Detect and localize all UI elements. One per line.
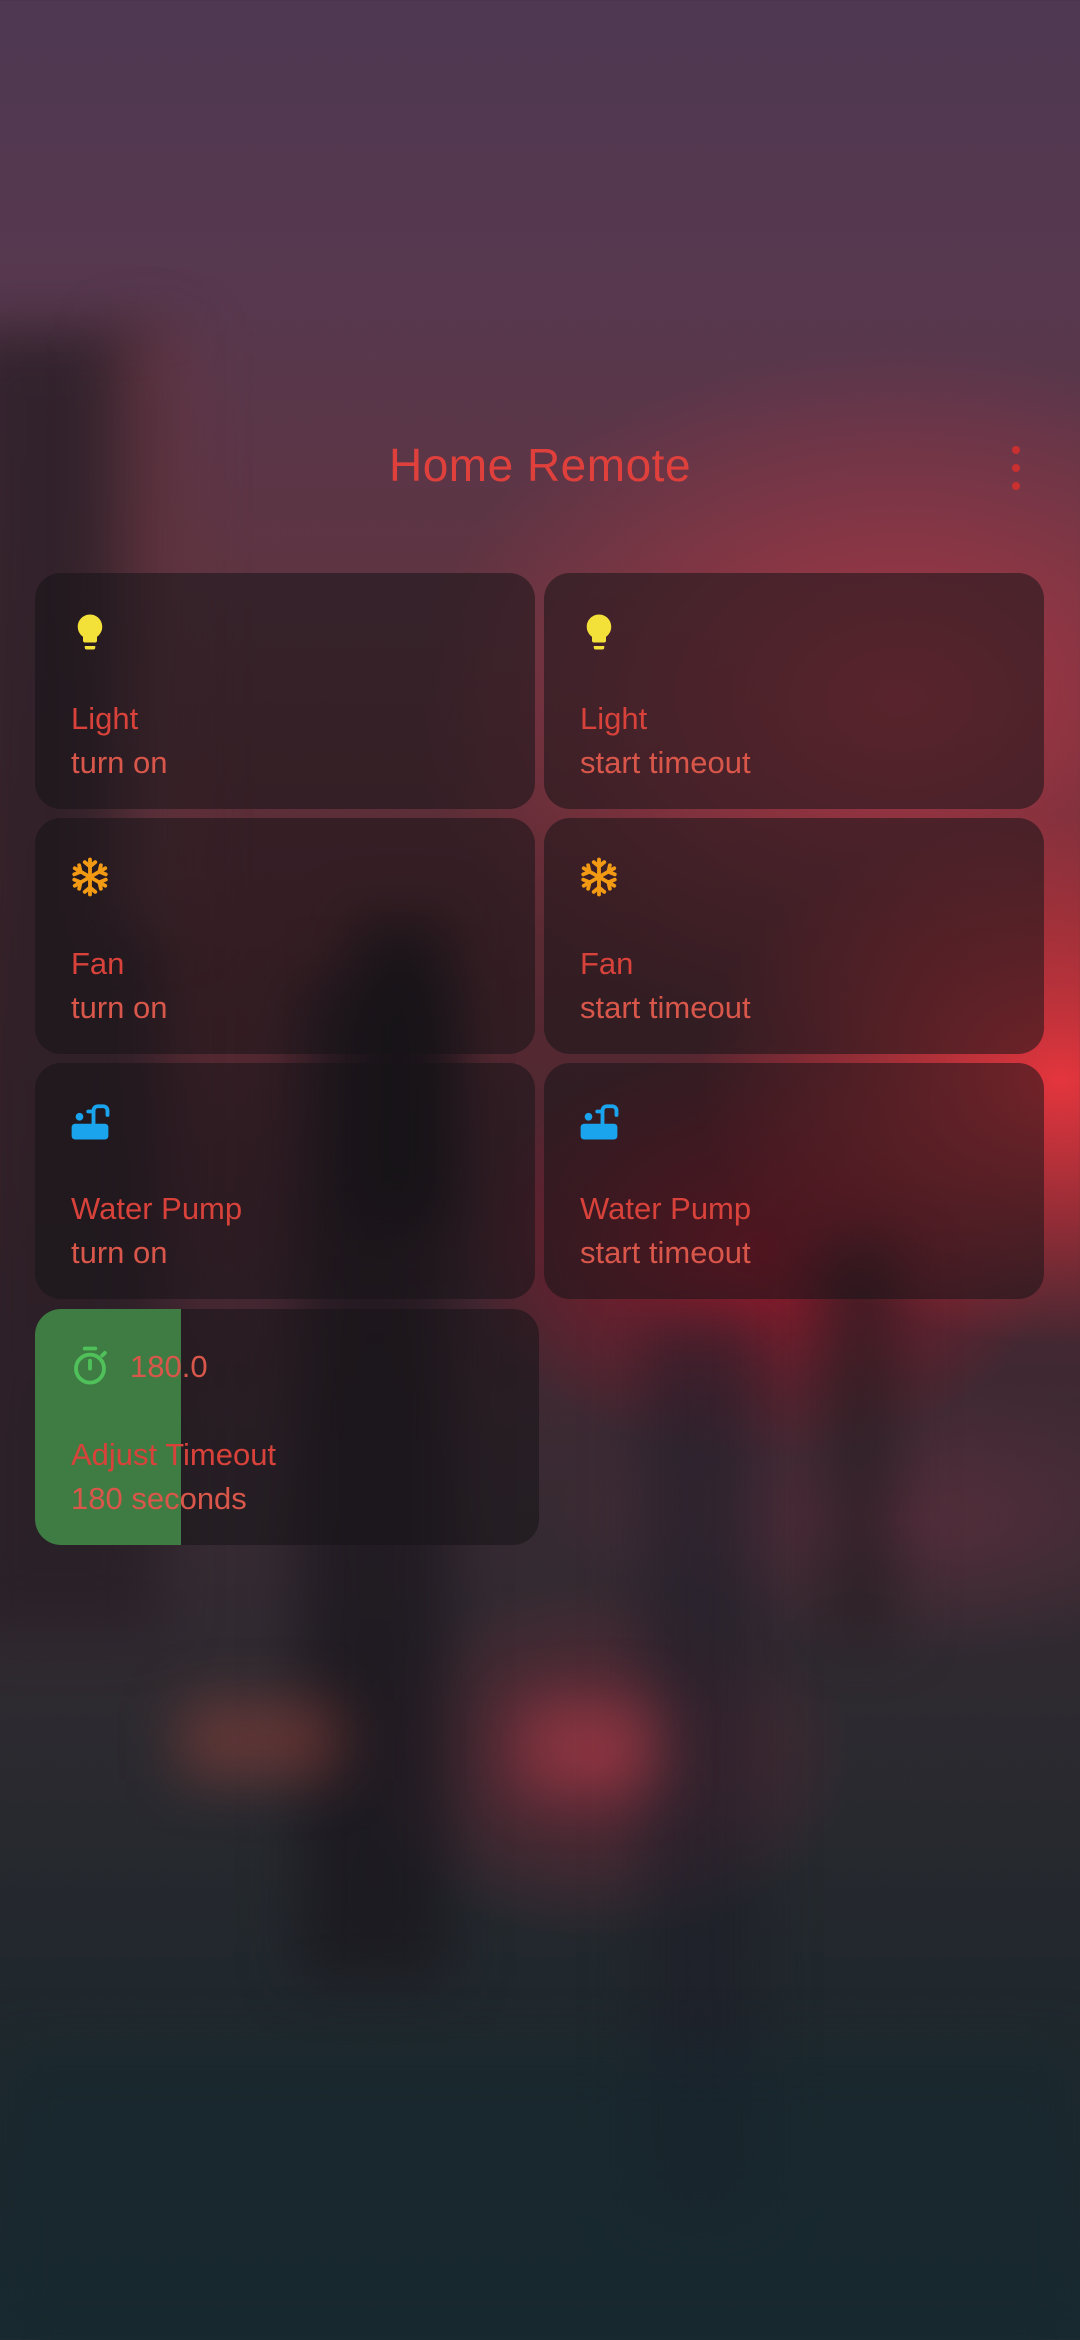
tile-action: start timeout: [580, 1235, 751, 1270]
timeout-value: 180.0: [130, 1349, 208, 1384]
tile-action: start timeout: [580, 745, 751, 780]
lightbulb-icon: [69, 611, 111, 653]
tile-name: Water Pump: [580, 1191, 752, 1226]
app-title: Home Remote: [388, 439, 692, 491]
tile-action: turn on: [71, 1235, 168, 1270]
tile-action: turn on: [71, 745, 168, 780]
tile-name: Fan: [580, 946, 634, 981]
tile-name: Light: [580, 701, 648, 736]
tile-light-turn-on[interactable]: Light turn on: [35, 573, 535, 809]
tile-name: Water Pump: [71, 1191, 243, 1226]
more-vert-icon[interactable]: [1004, 446, 1028, 490]
timeout-name: Adjust Timeout: [71, 1437, 277, 1472]
snowflake-icon: [578, 856, 620, 898]
timeout-description: 180 seconds: [71, 1481, 247, 1516]
timer-icon: [69, 1345, 111, 1387]
status-bar: [0, 0, 1080, 90]
tile-fan-turn-on[interactable]: Fan turn on: [35, 818, 535, 1054]
snowflake-icon: [69, 856, 111, 898]
tile-light-start-timeout[interactable]: Light start timeout: [544, 573, 1044, 809]
water-pump-icon: [578, 1101, 620, 1143]
water-pump-icon: [69, 1101, 111, 1143]
tile-water-pump-turn-on[interactable]: Water Pump turn on: [35, 1063, 535, 1299]
tile-fan-start-timeout[interactable]: Fan start timeout: [544, 818, 1044, 1054]
lightbulb-icon: [578, 611, 620, 653]
timeout-slider-tile[interactable]: 180.0 Adjust Timeout 180 seconds: [35, 1309, 539, 1545]
tile-action: turn on: [71, 990, 168, 1025]
tile-name: Light: [71, 701, 139, 736]
tile-water-pump-start-timeout[interactable]: Water Pump start timeout: [544, 1063, 1044, 1299]
tile-name: Fan: [71, 946, 125, 981]
tile-action: start timeout: [580, 990, 751, 1025]
